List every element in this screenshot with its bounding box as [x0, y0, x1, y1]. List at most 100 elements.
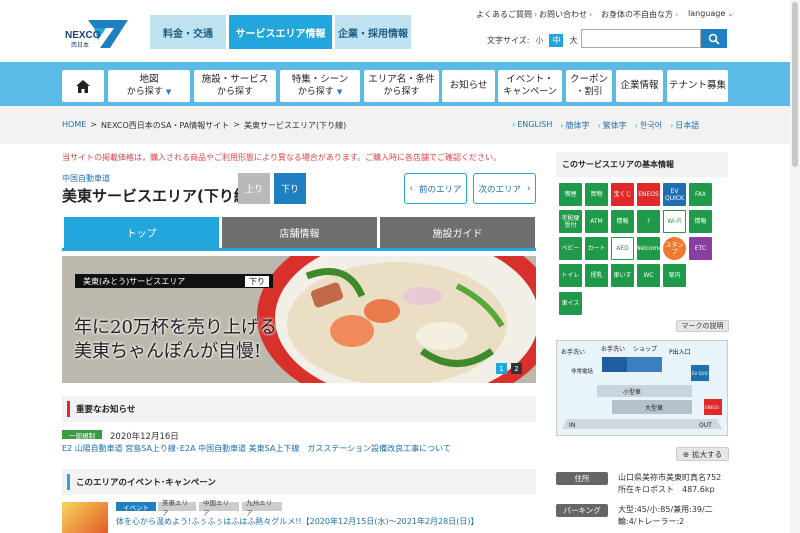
lang-traditional-chinese[interactable]: › 繁体字 [598, 120, 627, 131]
hero-headline-2: 美東ちゃんぽんが自慢! [74, 341, 262, 362]
faq-link[interactable]: よくあるご質問 › [476, 9, 537, 20]
nexco-logo-mark: NEXCO 西日本 [65, 20, 128, 49]
home-icon [76, 79, 90, 93]
status-badge: 一部規制 [62, 430, 102, 440]
font-size-large[interactable]: 大 [566, 34, 580, 47]
nav-area-name[interactable]: エリア名・条件 から探す [364, 70, 439, 102]
wheelchair-info-icon: 情報 [689, 210, 712, 233]
tab-toll-traffic[interactable]: 料金・交通 [150, 15, 226, 49]
nav-features[interactable]: 特集・シーン から探す ▼ [280, 70, 360, 102]
address-row: 住所 山口県美祢市美東町真名752 所在キロポスト 487.6kp [556, 472, 728, 496]
ev-quick-icon: EV QUICK [663, 183, 686, 206]
tab-top[interactable]: トップ [64, 217, 219, 248]
aed-icon: AED [611, 237, 634, 260]
accessibility-link[interactable]: お身体の不自由な方 › [601, 9, 678, 20]
next-area-button[interactable]: 次のエリア › [473, 173, 536, 204]
svg-text:IN: IN [569, 422, 575, 429]
etc-icon: ETC [689, 237, 712, 260]
slide-page-1[interactable]: 1 [496, 363, 507, 374]
important-notices-heading: 重要なお知らせ [62, 396, 536, 422]
nav-tenant[interactable]: テナント募集 [667, 70, 728, 102]
triangle-down-icon: ▼ [336, 88, 343, 96]
basic-info-heading: このサービスエリアの基本情報 [556, 152, 728, 177]
parking-label: パーキング [556, 504, 608, 517]
event-tag: イベント [116, 502, 156, 512]
contact-link[interactable]: お問い合わせ › [539, 9, 592, 20]
event-link[interactable]: 体を心から温めよう!ふぅふぅはふはふ熱々グルメ!!【2020年12月15日(水)… [116, 516, 478, 527]
stamp-icon: スタンプ [663, 237, 686, 260]
baby-icon: ベビー [559, 237, 582, 260]
svg-text:P出入口: P出入口 [669, 348, 691, 356]
nav-home[interactable] [62, 70, 104, 102]
nav-map[interactable]: 地図 から探す ▼ [108, 70, 190, 102]
shopping-icon: 買物 [585, 183, 608, 206]
events-heading: このエリアのイベント･キャンペーン [62, 469, 536, 495]
cart-icon: カート [585, 237, 608, 260]
accessible-icon: 車いす [611, 264, 634, 287]
wifi-icon: Wi-Fi [663, 210, 686, 233]
help-icon: ? [637, 210, 660, 233]
search-button[interactable] [701, 29, 727, 48]
direction-up-button[interactable]: 上り [238, 173, 270, 204]
svg-text:お手洗い: お手洗い [601, 345, 625, 353]
svg-text:ショップ: ショップ [633, 346, 657, 353]
legend-button[interactable]: マークの説明 [676, 320, 729, 332]
area-map[interactable]: お手洗い お手洗い ショップ P出入口 非常電話 小型車 大型車 IN OUT … [556, 340, 728, 436]
scrollbar-thumb[interactable] [792, 2, 798, 167]
kilopost-value: 所在キロポスト 487.6kp [618, 485, 715, 494]
svg-text:OUT: OUT [699, 422, 712, 429]
nav-company[interactable]: 企業情報 [616, 70, 663, 102]
area-tag: 九州エリア [242, 499, 282, 517]
svg-text:NEXCO: NEXCO [65, 30, 101, 41]
eneos-icon: ENEOS [637, 183, 660, 206]
tab-service-area-info[interactable]: サービスエリア情報 [229, 15, 332, 49]
chevron-right-icon: › [675, 10, 679, 19]
hero-label: 美東(みとう)サービスエリア 下り [75, 274, 273, 288]
font-size-medium[interactable]: 中 [549, 34, 564, 47]
nexco-logo[interactable]: NEXCO 西日本 [62, 14, 132, 52]
lang-japanese[interactable]: › 日本語 [670, 120, 699, 131]
chevron-left-icon: ‹ [409, 183, 413, 194]
welcome-icon: Welcome [635, 237, 662, 260]
lang-korean[interactable]: › 한국어 [635, 120, 662, 131]
tab-corporate-recruit[interactable]: 企業・採用情報 [335, 15, 411, 49]
breadcrumb-home[interactable]: HOME [62, 120, 86, 131]
language-menu[interactable]: language ⌄ [688, 9, 734, 18]
page-title: 美東サービスエリア(下り線) [62, 187, 256, 205]
event-thumbnail[interactable] [62, 502, 108, 533]
zoom-map-button[interactable]: ⊕ 拡大する [676, 447, 729, 461]
svg-text:お手洗い: お手洗い [561, 348, 585, 356]
slide-page-2[interactable]: 2 [511, 363, 522, 374]
highway-info-icon: 情報 [611, 210, 634, 233]
nav-notices[interactable]: お知らせ [442, 70, 495, 102]
triangle-down-icon: ▼ [165, 88, 172, 96]
tab-underline [62, 248, 536, 251]
wheelchair-icon: 車イス [559, 292, 582, 315]
delivery-icon: 宅配便受付 [559, 210, 582, 233]
address-label: 住所 [556, 472, 608, 485]
news-link[interactable]: E2 山陽自動車道 宮島SA上り線･E2A 中国自動車道 美東SA上下線 ガスス… [62, 443, 451, 454]
area-tag: 美東エリア [158, 499, 196, 517]
svg-text:大型車: 大型車 [645, 404, 663, 412]
parking-row: パーキング 大型:45/小:85/兼用:39/二輪:4/トレーラー:2 [556, 504, 728, 528]
news-date: 2020年12月16日 [110, 432, 179, 442]
address-value: 山口県美祢市美東町真名752 [618, 473, 722, 482]
nav-coupons[interactable]: クーポン ・割引 [566, 70, 612, 102]
search-input[interactable] [581, 29, 701, 48]
hero-headline-1: 年に20万杯を売り上げる [74, 317, 277, 338]
info-person-icon: 案内 [663, 264, 686, 287]
route-name: 中国自動車道 [62, 174, 110, 183]
nav-events[interactable]: イベント・ キャンペーン [498, 70, 562, 102]
direction-down-button[interactable]: 下り [274, 173, 306, 204]
nav-facilities[interactable]: 施設・サービス から探す [194, 70, 276, 102]
svg-text:小型車: 小型車 [623, 388, 641, 396]
tab-shop-info[interactable]: 店舗情報 [222, 217, 377, 248]
price-notice: 当サイトの掲載価格は，購入される商品やご利用形態により異なる場合があります。ご購… [62, 153, 502, 162]
facility-map: お手洗い お手洗い ショップ P出入口 非常電話 小型車 大型車 IN OUT … [561, 345, 722, 429]
font-size-small[interactable]: 小 [532, 34, 546, 47]
lang-simplified-chinese[interactable]: › 簡体字 [560, 120, 589, 131]
prev-area-button[interactable]: ‹ 前のエリア [404, 173, 467, 204]
breadcrumb-site[interactable]: NEXCO西日本のSA・PA情報サイト [101, 120, 229, 131]
tab-facility-guide[interactable]: 施設ガイド [380, 217, 535, 248]
lang-english[interactable]: › ENGLISH [512, 120, 552, 131]
